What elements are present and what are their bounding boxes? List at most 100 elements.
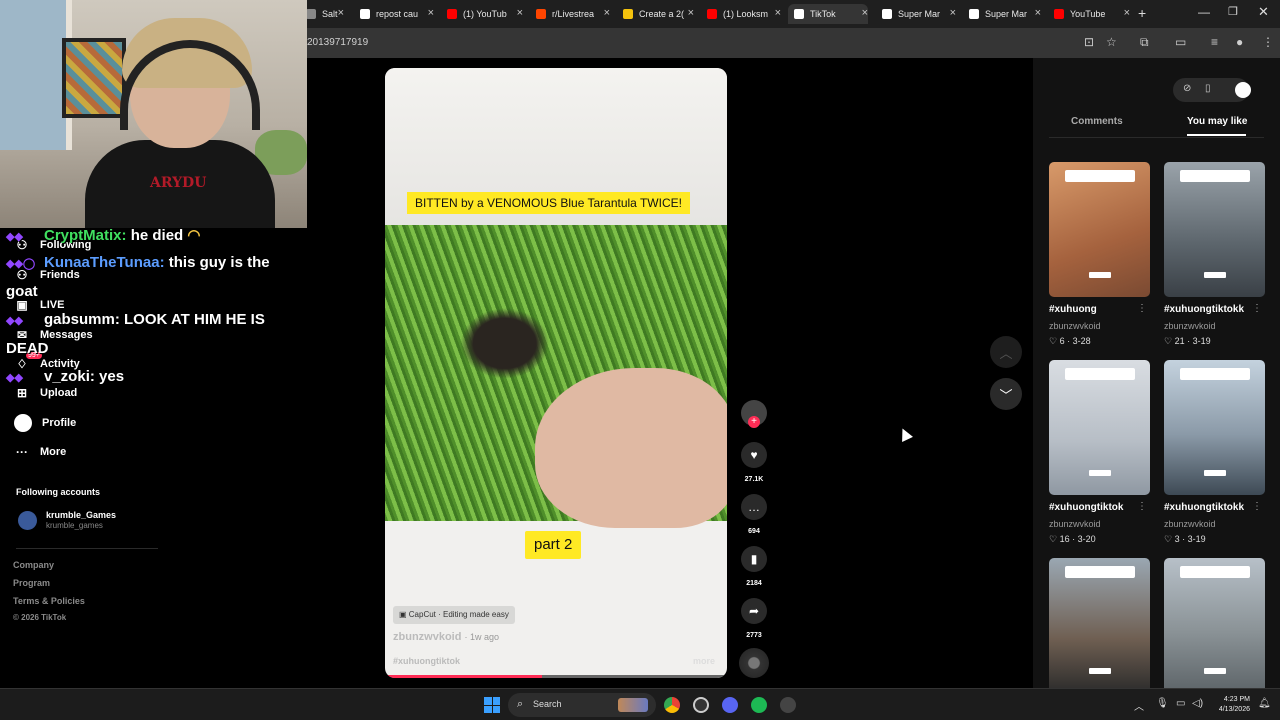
device-icon[interactable]: ▯ [1205,83,1211,94]
recommendation-thumbnail[interactable] [1164,162,1265,297]
footer-company[interactable]: Company [13,560,54,570]
follow-plus-icon[interactable]: + [748,416,760,428]
windows-start-icon[interactable] [484,697,500,713]
close-tab-icon[interactable]: × [604,7,610,19]
tab-title: TikTok [810,9,836,19]
close-window-icon[interactable]: ✕ [1258,4,1269,20]
save-button[interactable]: ▮ [741,546,767,572]
recommendation-title[interactable]: #xuhuongtiktok [1049,502,1123,513]
recommendation-author[interactable]: zbunzwvkoid [1164,519,1216,529]
chrome-icon[interactable] [664,697,680,713]
footer-program[interactable]: Program [13,578,50,588]
previous-video-button[interactable]: ︿ [990,336,1022,368]
minimize-icon[interactable]: — [1198,5,1210,19]
recommendation-title[interactable]: #xuhuongtiktokk [1164,304,1244,315]
recommendation-thumbnail[interactable] [1164,558,1265,693]
nav-more[interactable]: ··· More [14,445,66,459]
browser-tab[interactable]: (1) YouTub × [441,4,523,24]
like-button[interactable]: ♥ [741,442,767,468]
more-options-icon[interactable]: ⋮ [1137,303,1147,314]
video-hashtag[interactable]: #xuhuongtiktok [393,656,460,666]
nav-profile[interactable]: Profile [14,414,76,432]
recommendation-thumbnail[interactable] [1049,558,1150,693]
sidebar-icon[interactable]: ▭ [1175,35,1186,49]
recommendation-card[interactable]: #xuhuong ⋮ zbunzwvkoid ♡ 6 · 3-28 [1049,162,1150,352]
close-tab-icon[interactable]: × [517,7,523,19]
recommendation-thumbnail[interactable] [1164,360,1265,495]
close-tab-icon[interactable]: × [862,7,868,19]
bookmark-star-icon[interactable]: ☆ [1106,35,1117,49]
chat-badge-icon: ◆◆ [6,231,23,243]
recommendation-card[interactable]: #xuhuongtiktok ⋮ zbunzwvkoid ♡ 16 · 3-20 [1049,360,1150,550]
browser-menu-icon[interactable]: ⋮ [1262,35,1274,49]
comment-icon: … [748,500,760,514]
taskbar-clock[interactable]: 4:23 PM 4/13/2026 [1208,695,1250,715]
close-tab-icon[interactable]: × [688,7,694,19]
profile-avatar-icon[interactable]: ● [1236,35,1243,49]
chevron-up-icon: ︿ [999,345,1013,361]
notification-bell-icon[interactable]: 🔔︎ [1258,698,1271,709]
video-player[interactable]: BITTEN by a VENOMOUS Blue Tarantula TWIC… [385,68,727,678]
recommendation-author[interactable]: zbunzwvkoid [1164,321,1216,331]
app-icon[interactable] [780,697,796,713]
media-control-icon[interactable]: ≡ [1211,35,1218,49]
taskbar-search[interactable]: ⌕ Search [508,693,656,717]
browser-tab[interactable]: r/Livestrea × [530,4,610,24]
url-text[interactable]: 20139717919 [307,37,368,48]
recommendation-card[interactable]: #xuhuongtiktokk ⋮ zbunzwvkoid ♡ 3 · 3-19 [1164,360,1265,550]
more-options-icon[interactable]: ⋮ [1137,501,1147,512]
capcut-label[interactable]: ▣ CapCut · Editing made easy [393,606,515,624]
close-tab-icon[interactable]: × [1124,7,1130,19]
video-author[interactable]: zbunzwvkoid · 1w ago [393,631,499,643]
recommendation-title[interactable]: #xuhuongtiktokk [1164,502,1244,513]
more-options-icon[interactable]: ⋮ [1252,501,1262,512]
close-tab-icon[interactable]: × [1035,7,1041,19]
more-options-icon[interactable]: ⋮ [1252,303,1262,314]
save-count: 2184 [746,580,762,587]
browser-tab[interactable]: Super Mar × [963,4,1041,24]
browser-tab[interactable]: YouTube × [1048,4,1130,24]
thumbnail-part-label [1204,668,1226,674]
browser-tab[interactable]: TikTok × [788,4,868,24]
share-button[interactable]: ➦ [741,598,767,624]
install-app-icon[interactable]: ⊡ [1084,35,1094,49]
music-disc[interactable] [739,648,769,678]
browser-tab[interactable]: Create a 2(× [617,4,694,24]
browser-tab[interactable]: Super Mar × [876,4,956,24]
next-video-button[interactable]: ﹀ [990,378,1022,410]
chevron-up-icon[interactable]: ︿ [1134,698,1144,713]
video-progress-bar[interactable] [385,675,727,678]
network-icon[interactable]: ▭ [1176,698,1185,709]
recommendation-author[interactable]: zbunzwvkoid [1049,321,1101,331]
close-tab-icon[interactable]: × [338,7,344,19]
comment-button[interactable]: … [741,494,767,520]
theme-toggle[interactable] [1235,82,1251,98]
discord-icon[interactable] [722,697,738,713]
tab-title: (1) YouTub [463,9,507,19]
close-tab-icon[interactable]: × [775,7,781,19]
footer-terms[interactable]: Terms & Policies [13,596,85,606]
extensions-icon[interactable]: ⧉ [1140,35,1149,50]
tab-you-may-like[interactable]: You may like [1187,116,1247,127]
more-link[interactable]: more [693,656,715,666]
footer-copyright: © 2026 TikTok [13,613,67,622]
following-account-krumble[interactable]: krumble_Games krumble_games [16,509,166,533]
new-tab-icon[interactable]: + [1138,5,1146,21]
no-entry-icon[interactable]: ⊘ [1183,83,1191,94]
obs-icon[interactable] [693,697,709,713]
tab-comments[interactable]: Comments [1071,116,1123,127]
nav-upload[interactable]: ⊞ Upload [14,386,77,400]
recommendation-thumbnail[interactable] [1049,360,1150,495]
browser-tab[interactable]: (1) Looksm × [701,4,781,24]
close-tab-icon[interactable]: × [950,7,956,19]
maximize-icon[interactable]: ❐ [1228,5,1238,18]
microphone-icon[interactable]: 🎙 [1156,698,1169,709]
recommendation-thumbnail[interactable] [1049,162,1150,297]
close-tab-icon[interactable]: × [428,7,434,19]
recommendation-title[interactable]: #xuhuong [1049,304,1097,315]
recommendation-card[interactable]: #xuhuongtiktokk ⋮ zbunzwvkoid ♡ 21 · 3-19 [1164,162,1265,352]
volume-icon[interactable]: ◁) [1192,698,1203,709]
recommendation-author[interactable]: zbunzwvkoid [1049,519,1101,529]
spotify-icon[interactable] [751,697,767,713]
browser-tab[interactable]: repost cau × [354,4,434,24]
